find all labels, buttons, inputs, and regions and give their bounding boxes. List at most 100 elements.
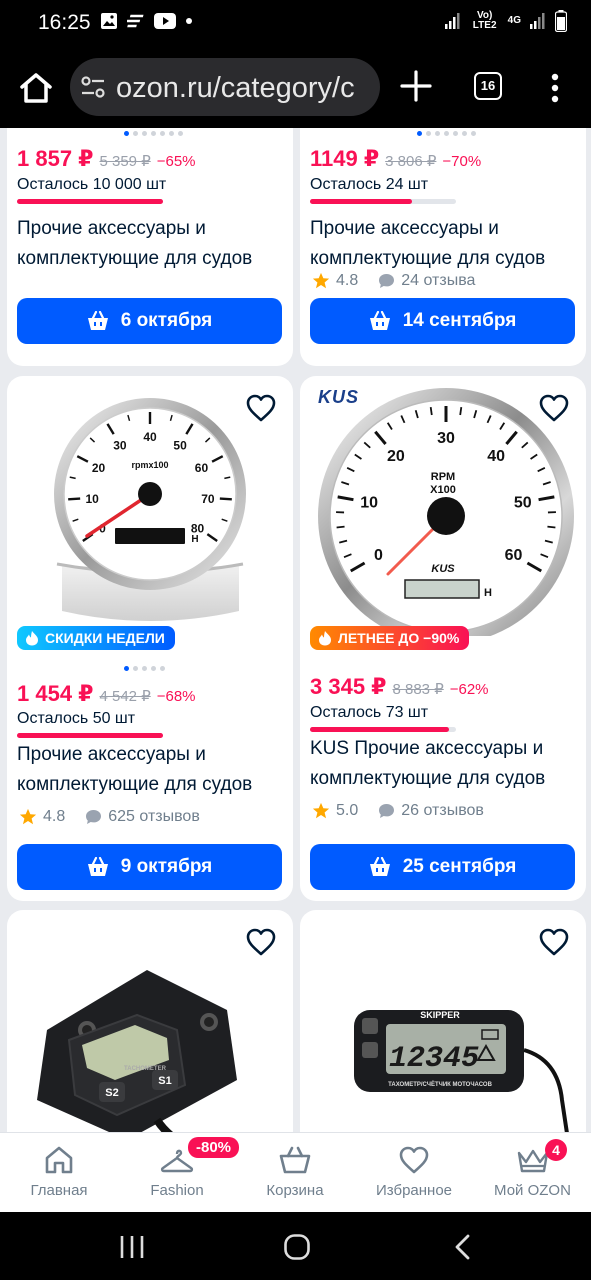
product-card[interactable]: 1 857 ₽ 5 359 ₽ −65% Осталось 10 000 шт … [7,128,293,366]
discount: −62% [449,681,489,698]
gauge-scale-label: 10 [360,494,378,511]
new-tab-icon[interactable] [398,68,434,104]
star-icon [19,808,37,825]
tab-switcher-button[interactable]: 16 [474,72,502,100]
nav-favorites-label: Избранное [375,1182,453,1199]
device-button-s1: S1 [158,1075,171,1087]
signal-icon-2 [530,13,545,29]
system-navigation-bar [0,1212,591,1280]
price-row: 1149 ₽ 3 806 ₽ −70% [310,146,481,172]
gauge-minor-tick [459,406,463,416]
product-title[interactable]: KUS Прочие аксессуары и комплектующие дл… [310,734,580,794]
reviews-count[interactable]: 26 отзывов [401,802,484,820]
product-title[interactable]: Прочие аксессуары и комплектующие для су… [310,214,570,274]
fashion-discount-badge: -80% [188,1137,240,1158]
gauge-minor-tick [547,525,556,529]
browser-toolbar: ozon.ru/category/c 16 [0,48,591,128]
nav-my-ozon[interactable]: Мой OZON [474,1133,591,1213]
product-title[interactable]: Прочие аксессуары и комплектующие для су… [17,740,277,800]
cart-icon [369,311,390,330]
cart-icon [369,857,390,876]
delivery-date: 14 сентября [402,310,517,331]
product-grid: 1 857 ₽ 5 359 ₽ −65% Осталось 10 000 шт … [0,128,591,1132]
gauge-hour-unit: H [191,534,198,545]
review-bubble-icon [379,804,395,818]
gauge-scale-label: 40 [487,448,505,465]
delivery-date: 6 октября [120,310,213,331]
stock-text: Осталось 10 000 шт [17,176,167,193]
stock-bar-fill [17,733,163,738]
fire-icon [26,631,38,646]
more-options-icon[interactable] [545,70,565,106]
gauge-major-tick [68,497,81,501]
my-ozon-badge: 4 [545,1139,567,1161]
nav-fashion-label: Fashion [150,1182,204,1199]
product-card[interactable]: 0 10 20 30 40 50 60 70 80 rpmx100 H СКИДКИ НЕДЕЛ… [7,376,293,901]
old-price: 4 542 ₽ [99,688,151,705]
product-card[interactable]: 0 10 20 30 40 50 60 RPM X100 KUS H KUS ЛЕТНЕЕ … [300,376,586,901]
nav-home[interactable]: Главная [0,1133,118,1213]
image-pager-dots [124,666,165,671]
favorite-heart-icon[interactable] [245,393,277,423]
favorite-heart-icon[interactable] [538,393,570,423]
home-icon [45,1146,73,1174]
image-pager-dots [417,131,476,136]
delivery-date: 25 сентября [402,856,517,877]
delivery-button[interactable]: 9 октября [17,844,282,890]
network-label: Vo) LTE2 [472,10,497,31]
promo-badge: ЛЕТНЕЕ ДО −90% [310,626,470,650]
gauge-scale-label: 50 [514,494,532,511]
signal-icon [444,13,460,29]
favorite-heart-icon[interactable] [245,927,277,957]
network-gen-label: 4G [507,15,521,26]
gauge-brand: KUS [431,563,455,575]
rating-value: 4.8 [43,808,66,825]
gallery-icon [101,13,117,29]
delivery-date: 9 октября [120,856,213,877]
product-card[interactable]: 1149 ₽ 3 806 ₽ −70% Осталось 24 шт Прочи… [300,128,586,366]
delivery-button[interactable]: 14 сентября [310,298,575,344]
price: 1 857 ₽ [17,146,94,171]
recent-apps-icon[interactable] [118,1234,146,1260]
product-card[interactable]: SKIPPER 12345 ТАХОМЕТР/СЧЁТЧИК МОТОЧАСОВ [300,910,586,1132]
home-circle-icon[interactable] [283,1233,311,1261]
rating-value: 5.0 [336,802,359,819]
address-bar[interactable]: ozon.ru/category/c [70,58,380,116]
promo-text: СКИДКИ НЕДЕЛИ [45,630,165,646]
gauge-scale-label: 0 [374,547,383,564]
device-button-s2: S2 [105,1087,118,1099]
gauge-scale-label: 10 [85,492,99,506]
discount: −70% [442,153,482,170]
gauge-minor-tick [336,525,345,529]
favorite-heart-icon[interactable] [538,927,570,957]
gauge-unit-x100: X100 [430,484,456,496]
gauge-scale-label: 60 [505,547,523,564]
reviews-count[interactable]: 625 отзывов [108,808,200,826]
gauge-minor-tick [429,406,433,416]
gauge-scale-label: 30 [113,438,127,452]
gauge-scale-label: 20 [387,448,405,465]
home-icon[interactable] [16,68,56,108]
site-settings-icon[interactable] [80,75,106,99]
stock-text: Осталось 50 шт [17,710,136,727]
nav-favorites[interactable]: Избранное [354,1133,474,1213]
stock-bar [17,733,163,738]
device-brand: SKIPPER [420,1010,460,1020]
reviews-count[interactable]: 24 отзыва [401,272,475,290]
device-reading: 12345 [389,1042,479,1076]
product-title[interactable]: Прочие аксессуары и комплектующие для су… [17,214,277,274]
rating-row: 4.8 24 отзыва [312,272,475,290]
back-icon[interactable] [452,1234,474,1260]
delivery-button[interactable]: 6 октября [17,298,282,344]
promo-text: ЛЕТНЕЕ ДО −90% [338,630,460,646]
gauge-scale-label: 60 [195,461,209,475]
bottom-navigation: Главная Fashion -80% Корзина Избранное М… [0,1132,591,1212]
battery-icon [555,10,567,32]
device-caption: ТАХОМЕТР/СЧЁТЧИК МОТОЧАСОВ [388,1081,493,1088]
price: 3 345 ₽ [310,674,387,699]
product-card[interactable]: S2 S1 TACHOMETER [7,910,293,1132]
delivery-button[interactable]: 25 сентября [310,844,575,890]
cart-icon [279,1146,311,1174]
gauge-scale-label: 70 [201,492,215,506]
nav-cart[interactable]: Корзина [236,1133,354,1213]
